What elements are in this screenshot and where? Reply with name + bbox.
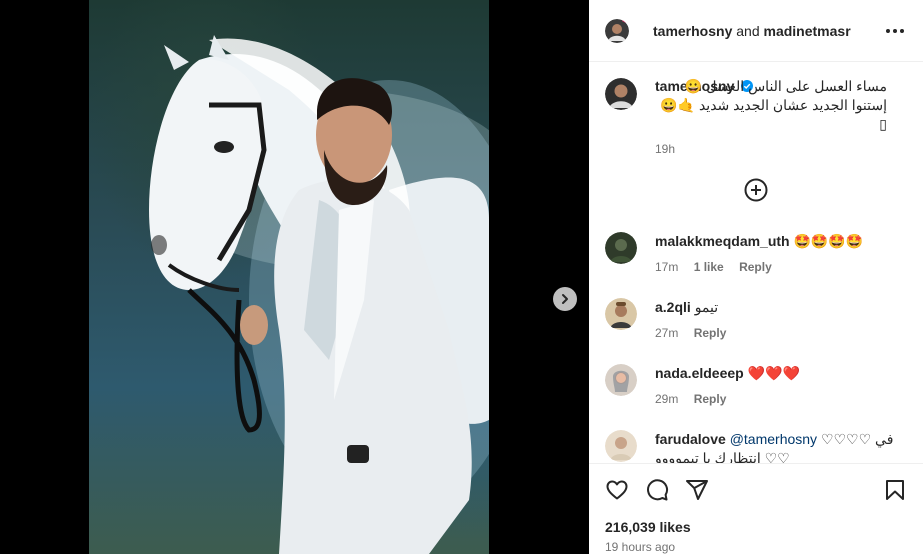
photo-illustration xyxy=(149,35,489,554)
comment-time[interactable]: 17m xyxy=(655,260,678,274)
more-horizontal-icon xyxy=(886,28,904,33)
next-media-button[interactable] xyxy=(553,287,577,311)
post-photo[interactable] xyxy=(89,0,489,554)
author-username[interactable]: tamerhosny xyxy=(653,23,732,39)
comment-text: تيمو xyxy=(694,299,719,315)
comment-reply-button[interactable]: Reply xyxy=(739,260,772,274)
comment-text: ❤️❤️❤️ xyxy=(747,365,800,381)
caption-avatar[interactable] xyxy=(605,78,637,110)
share-button[interactable] xyxy=(685,478,709,502)
comment-row: malakkmeqdam_uth 🤩🤩🤩🤩 17m 1 like Reply xyxy=(605,232,907,274)
comment-row: a.2qli تيمو 27m Reply xyxy=(605,298,907,340)
comment-time[interactable]: 29m xyxy=(655,392,678,406)
post-side-panel: tamerhosny and madinetmasr tamerhosny مس… xyxy=(589,0,923,554)
bookmark-icon xyxy=(886,480,904,500)
heart-icon xyxy=(606,480,628,500)
chevron-right-icon xyxy=(562,294,568,304)
comment-reply-button[interactable]: Reply xyxy=(694,326,727,340)
plus-circle-icon xyxy=(744,178,768,202)
comment-reply-button[interactable]: Reply xyxy=(694,392,727,406)
post-header: tamerhosny and madinetmasr xyxy=(589,0,923,62)
caption-time[interactable]: 19h xyxy=(655,142,675,156)
like-button[interactable] xyxy=(605,478,629,502)
comment-avatar[interactable] xyxy=(605,430,637,462)
comment-username[interactable]: a.2qli xyxy=(655,299,691,315)
comment-row: farudalove @tamerhosny ♡♡♡♡ في انتظارك ي… xyxy=(605,430,907,463)
likes-count[interactable]: 216,039 likes xyxy=(605,519,691,535)
author-avatar[interactable] xyxy=(605,18,629,43)
save-button[interactable] xyxy=(883,478,907,502)
collaborator-username[interactable]: madinetmasr xyxy=(764,23,851,39)
caption-text: مساء العسل على الناس العسل 😀 إستنوا الجد… xyxy=(660,78,887,132)
comment-username[interactable]: nada.eldeeep xyxy=(655,365,744,381)
caption-row: tamerhosny مساء العسل على الناس العسل 😀 … xyxy=(605,78,907,156)
comment-username[interactable]: malakkmeqdam_uth xyxy=(655,233,790,249)
comments-list[interactable]: tamerhosny مساء العسل على الناس العسل 😀 … xyxy=(589,62,923,464)
comment-avatar[interactable] xyxy=(605,298,637,330)
comment-avatar[interactable] xyxy=(605,364,637,396)
media-pane xyxy=(0,0,589,554)
comment-avatar[interactable] xyxy=(605,232,637,264)
more-options-button[interactable] xyxy=(883,19,907,43)
comment-text: 🤩🤩🤩🤩 xyxy=(793,233,864,249)
comment-row: nada.eldeeep ❤️❤️❤️ 29m Reply xyxy=(605,364,907,406)
comment-time[interactable]: 27m xyxy=(655,326,678,340)
load-more-comments-button[interactable] xyxy=(744,178,768,202)
comment-likes[interactable]: 1 like xyxy=(694,260,724,274)
comment-username[interactable]: farudalove xyxy=(655,431,726,447)
comment-mention[interactable]: @tamerhosny xyxy=(730,431,817,447)
post-authors: tamerhosny and madinetmasr xyxy=(653,23,851,39)
comment-icon xyxy=(647,479,669,501)
post-timestamp[interactable]: 19 hours ago xyxy=(605,540,675,554)
comment-button[interactable] xyxy=(645,478,669,502)
post-actions xyxy=(605,476,907,504)
authors-joiner: and xyxy=(736,22,760,39)
send-icon xyxy=(686,480,708,500)
